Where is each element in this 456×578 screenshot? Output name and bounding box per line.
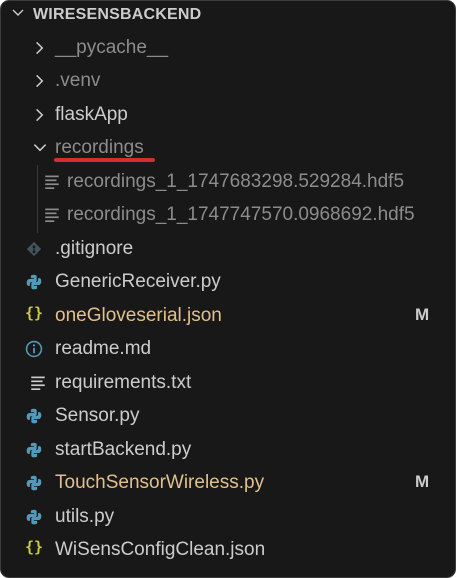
tree-item-label: Sensor.py	[55, 405, 140, 426]
chevron-down-icon	[33, 144, 47, 152]
json-icon: {}	[25, 304, 44, 322]
tree-item-label: recordings_1_1747683298.529284.hdf5	[67, 171, 405, 192]
tree-item-venv-folder[interactable]: .venv	[1, 64, 455, 97]
tree-item-label: readme.md	[55, 338, 152, 359]
tree-item-hdf5-file[interactable]: recordings_1_1747747570.0968692.hdf5	[1, 198, 455, 231]
modified-badge: M	[415, 305, 430, 324]
tree-item-label: startBackend.py	[55, 439, 192, 460]
tree-item-gitignore-file[interactable]: .gitignore	[1, 232, 455, 265]
tree-item-json-file[interactable]: {} oneGloveserial.json M	[1, 299, 455, 332]
chevron-right-icon	[36, 74, 44, 88]
explorer-panel: WIRESENSBACKEND __pycache__ .venv flaskA…	[0, 0, 456, 578]
explorer-root-title: WIRESENSBACKEND	[33, 6, 202, 23]
lines-icon	[31, 376, 45, 391]
tree-item-requirements-file[interactable]: requirements.txt	[1, 366, 455, 399]
tree-item-label: recordings_1_1747747570.0968692.hdf5	[67, 204, 415, 225]
json-icon: {}	[25, 538, 44, 556]
tree-item-label: GenericReceiver.py	[55, 271, 221, 292]
info-icon	[25, 340, 43, 358]
python-icon	[26, 442, 42, 458]
chevron-right-icon	[36, 41, 44, 55]
tree-item-label: utils.py	[55, 506, 115, 527]
python-icon	[26, 509, 42, 525]
chevron-down-icon	[12, 9, 24, 16]
annotation-underline	[54, 158, 155, 162]
tree-item-label: flaskApp	[55, 104, 128, 125]
tree-item-label: oneGloveserial.json	[55, 305, 222, 326]
python-icon	[26, 475, 42, 491]
tree-item-label: WiSensConfigClean.json	[55, 539, 266, 560]
tree-item-flaskapp-folder[interactable]: flaskApp	[1, 98, 455, 131]
tree-item-label: recordings	[55, 137, 144, 158]
tree-item-hdf5-file[interactable]: recordings_1_1747683298.529284.hdf5	[1, 165, 455, 198]
tree-item-python-file[interactable]: TouchSensorWireless.py M	[1, 466, 455, 499]
tree-item-pycache-folder[interactable]: __pycache__	[1, 31, 455, 64]
tree-item-python-file[interactable]: utils.py	[1, 500, 455, 533]
lines-icon	[45, 208, 59, 223]
tree-item-label: .gitignore	[55, 238, 134, 259]
tree-item-json-file[interactable]: {} WiSensConfigClean.json	[1, 533, 455, 566]
tree-item-label: TouchSensorWireless.py	[55, 472, 265, 493]
modified-badge: M	[415, 472, 430, 491]
tree-item-label: __pycache__	[55, 37, 169, 58]
python-icon	[26, 408, 42, 424]
chevron-right-icon	[36, 108, 44, 122]
git-icon	[26, 241, 42, 257]
tree-item-python-file[interactable]: startBackend.py	[1, 433, 455, 466]
python-icon	[26, 274, 42, 290]
tree-item-label: requirements.txt	[55, 372, 192, 393]
tree-item-label: .venv	[55, 70, 101, 91]
tree-item-python-file[interactable]: Sensor.py	[1, 399, 455, 432]
explorer-root-header[interactable]: WIRESENSBACKEND	[1, 1, 455, 29]
tree-item-readme-file[interactable]: readme.md	[1, 332, 455, 365]
lines-icon	[45, 175, 59, 190]
tree-item-python-file[interactable]: GenericReceiver.py	[1, 265, 455, 298]
